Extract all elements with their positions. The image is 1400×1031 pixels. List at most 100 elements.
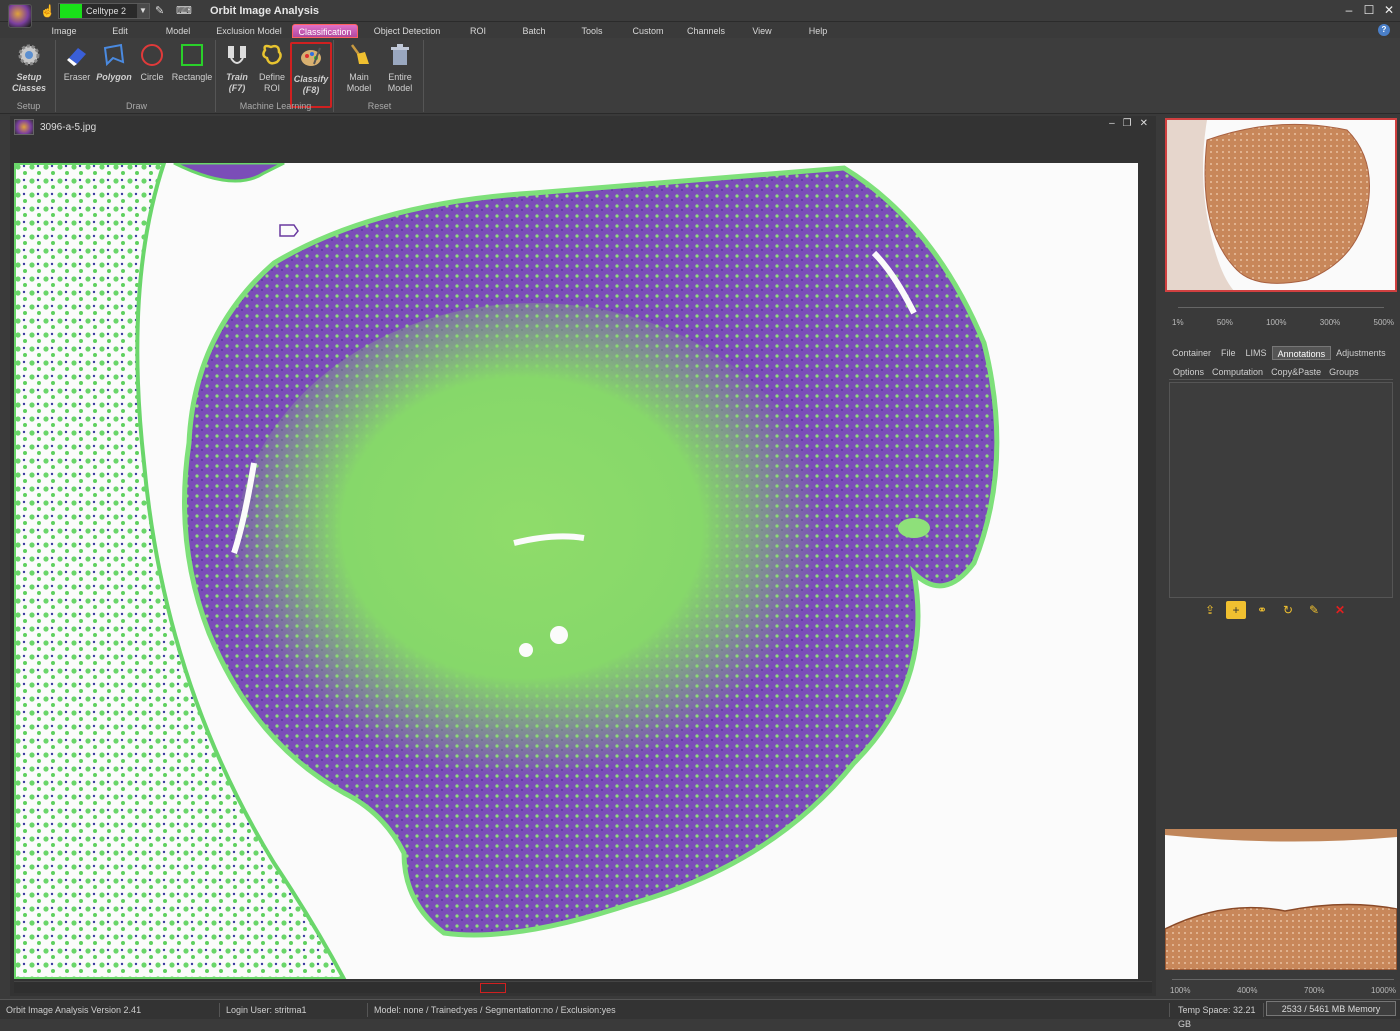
reset-main-model-button[interactable]: Main Model <box>340 42 378 94</box>
group-machine-learning: Train (F7) Define ROI Classify (F8) Mach… <box>218 40 334 112</box>
status-bar: Orbit Image Analysis Version 2.41 Login … <box>0 999 1400 1029</box>
group-label-reset: Reset <box>367 101 392 111</box>
group-label-setup: Setup <box>16 101 41 111</box>
eraser-button[interactable]: Eraser <box>60 42 94 83</box>
document-window-controls: – ❐ ✕ <box>1109 118 1148 129</box>
class-selector[interactable]: Celltype 2 ▼ <box>58 3 150 19</box>
tab-annotations[interactable]: Annotations <box>1271 346 1332 360</box>
status-version: Orbit Image Analysis Version 2.41 <box>2 1003 220 1017</box>
maximize-icon[interactable]: ☐ <box>1362 2 1376 18</box>
reset-entire-model-button[interactable]: Entire Model <box>380 42 420 94</box>
zoom-slider-bottom[interactable] <box>1172 972 1394 980</box>
title-bar: ☝ Celltype 2 ▼ ✎ ⌨ Orbit Image Analysis … <box>0 0 1400 28</box>
link-annotation-icon[interactable]: ⚭ <box>1252 601 1272 619</box>
gear-icon <box>16 42 42 68</box>
menu-tools[interactable]: Tools <box>572 24 612 38</box>
delete-icon[interactable]: ✕ <box>1330 601 1350 619</box>
zoom-slider-top[interactable] <box>1178 300 1384 308</box>
overview-thumbnail[interactable] <box>1165 118 1397 292</box>
detail-thumbnail[interactable] <box>1165 829 1397 970</box>
menu-exclusion-model[interactable]: Exclusion Model <box>214 24 284 38</box>
refresh-annotation-icon[interactable]: ↻ <box>1278 601 1298 619</box>
subtab-groups[interactable]: Groups <box>1325 364 1363 379</box>
subtab-computation[interactable]: Computation <box>1208 364 1267 379</box>
entire-model-label: Model <box>387 83 413 93</box>
define-label: Define <box>258 72 285 82</box>
menu-model[interactable]: Model <box>154 24 202 38</box>
menu-view[interactable]: View <box>744 24 780 38</box>
annotation-list[interactable] <box>1169 382 1393 598</box>
app-title: Orbit Image Analysis <box>210 5 320 17</box>
import-annotation-icon[interactable]: ⇪ <box>1200 601 1220 619</box>
subtab-copy-paste[interactable]: Copy&Paste <box>1267 364 1325 379</box>
scroll-thumb[interactable] <box>480 983 506 993</box>
chevron-down-icon[interactable]: ▼ <box>137 4 149 18</box>
tab-file[interactable]: File <box>1216 346 1241 360</box>
menu-help[interactable]: Help <box>800 24 836 38</box>
trash-icon <box>387 42 413 68</box>
document-tab[interactable]: 3096-a-5.jpg – ❐ ✕ <box>14 118 1154 136</box>
circle-icon <box>139 42 165 68</box>
overview-image <box>1167 120 1395 290</box>
tab-adjustments[interactable]: Adjustments <box>1331 346 1391 360</box>
menu-image[interactable]: Image <box>42 24 86 38</box>
help-icon[interactable]: ? <box>1378 24 1390 36</box>
app-logo-icon[interactable] <box>8 4 32 28</box>
define-roi-button[interactable]: Define ROI <box>256 42 288 94</box>
classify-button[interactable]: Classify (F8) <box>290 42 332 108</box>
image-viewer[interactable] <box>14 163 1138 979</box>
zoom-label: 100% <box>1170 986 1191 995</box>
train-shortcut: (F7) <box>228 83 246 93</box>
keyboard-icon[interactable]: ⌨ <box>176 4 192 17</box>
doc-close-icon[interactable]: ✕ <box>1140 118 1148 129</box>
edit-pencil-icon[interactable]: ✎ <box>1304 601 1324 619</box>
tab-lims[interactable]: LIMS <box>1241 346 1272 360</box>
menu-edit[interactable]: Edit <box>100 24 140 38</box>
rectangle-icon <box>179 42 205 68</box>
window-controls: – ☐ ✕ <box>1342 2 1396 18</box>
circle-button[interactable]: Circle <box>136 42 168 83</box>
train-button[interactable]: Train (F7) <box>222 42 252 94</box>
rectangle-button[interactable]: Rectangle <box>170 42 214 83</box>
polygon-button[interactable]: Polygon <box>96 42 132 83</box>
setup-classes-button[interactable]: Setup Classes <box>8 42 50 94</box>
zoom-label: 300% <box>1319 318 1341 327</box>
doc-minimize-icon[interactable]: – <box>1109 118 1115 129</box>
polygon-label: Polygon <box>96 72 132 82</box>
close-icon[interactable]: ✕ <box>1382 2 1396 18</box>
detail-image <box>1165 829 1397 970</box>
menu-bar: Image Edit Model Exclusion Model Classif… <box>34 22 1400 38</box>
horizontal-scrollbar[interactable] <box>14 981 1152 993</box>
menu-channels[interactable]: Channels <box>684 24 728 38</box>
roi-label: ROI <box>263 83 280 93</box>
group-label-draw: Draw <box>125 101 147 111</box>
group-setup: Setup Classes Setup <box>2 40 56 112</box>
menu-object-detection[interactable]: Object Detection <box>370 24 444 38</box>
zoom-label: 50% <box>1216 318 1233 327</box>
tab-container[interactable]: Container <box>1167 346 1216 360</box>
class-color-swatch <box>60 4 82 18</box>
circle-label: Circle <box>140 72 164 82</box>
memory-indicator[interactable]: 2533 / 5461 MB Memory <box>1266 1001 1396 1016</box>
add-annotation-icon[interactable]: + <box>1226 601 1246 619</box>
menu-custom[interactable]: Custom <box>628 24 668 38</box>
magic-wand-icon[interactable]: ✎ <box>155 4 164 17</box>
train-label: Train <box>226 72 248 82</box>
class-name: Celltype 2 <box>86 6 127 16</box>
zoom-scale-top: 1% 50% 100% 300% 500% <box>1172 318 1394 327</box>
classify-shortcut: (F8) <box>302 85 320 95</box>
menu-batch[interactable]: Batch <box>514 24 554 38</box>
doc-restore-icon[interactable]: ❐ <box>1123 118 1132 129</box>
broom-icon <box>346 42 372 68</box>
eraser-icon <box>64 42 90 68</box>
subtab-options[interactable]: Options <box>1169 364 1208 379</box>
palette-icon <box>298 44 324 70</box>
minimize-icon[interactable]: – <box>1342 2 1356 18</box>
menu-classification[interactable]: Classification <box>292 24 358 38</box>
menu-roi[interactable]: ROI <box>458 24 498 38</box>
annotation-sub-tabs: Options Computation Copy&Paste Groups <box>1169 364 1393 380</box>
zoom-scale-bottom: 100% 400% 700% 1000% <box>1170 986 1396 995</box>
pointer-tool-icon[interactable]: ☝ <box>40 4 55 18</box>
polygon-icon <box>101 42 127 68</box>
classify-label: Classify <box>293 74 329 84</box>
